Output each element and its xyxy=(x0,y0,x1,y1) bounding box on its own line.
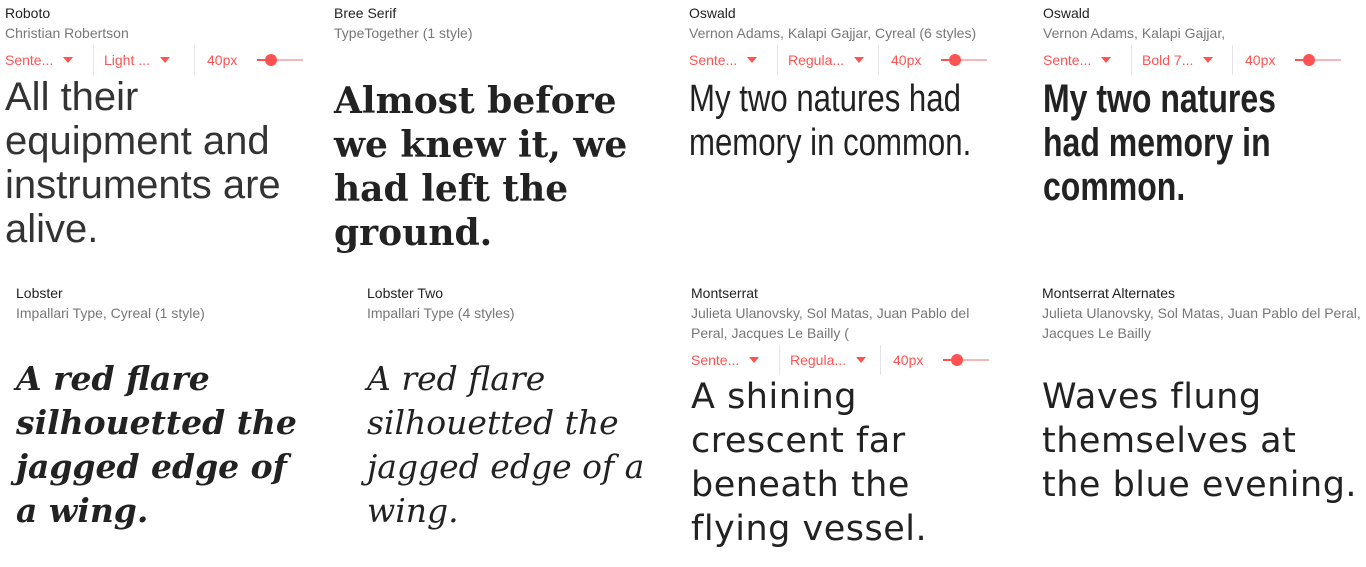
chevron-down-icon xyxy=(749,357,760,363)
font-card-roboto[interactable]: Roboto Christian Robertson xyxy=(5,4,325,43)
font-name[interactable]: Montserrat xyxy=(691,284,991,302)
font-designer: Julieta Ulanovsky, Sol Matas, Juan Pablo… xyxy=(691,305,970,341)
divider xyxy=(1131,45,1132,75)
font-name[interactable]: Lobster xyxy=(16,284,336,302)
font-controls: Sente... Regula... 40px xyxy=(691,345,989,375)
sentence-case-dropdown[interactable]: Sente... xyxy=(689,45,767,75)
font-card-oswald-bold[interactable]: Oswald Vernon Adams, Kalapi Gajjar, xyxy=(1043,4,1363,43)
sentence-case-label: Sente... xyxy=(691,352,740,368)
font-card-oswald[interactable]: Oswald Vernon Adams, Kalapi Gajjar, Cyre… xyxy=(689,4,1009,43)
font-designer: Vernon Adams, Kalapi Gajjar, xyxy=(1043,25,1226,41)
chevron-down-icon xyxy=(1203,57,1214,63)
sentence-case-label: Sente... xyxy=(1043,52,1092,68)
slider-thumb[interactable] xyxy=(951,354,963,366)
divider xyxy=(93,45,94,75)
weight-label: Regula... xyxy=(788,52,845,68)
weight-dropdown[interactable]: Light ... xyxy=(104,45,184,75)
font-size-slider[interactable] xyxy=(1295,53,1341,67)
sentence-case-dropdown[interactable]: Sente... xyxy=(691,345,769,375)
weight-label: Light ... xyxy=(104,52,150,68)
font-sample-text[interactable]: Waves flung themselves at the blue eveni… xyxy=(1042,375,1360,507)
weight-label: Regula... xyxy=(790,352,847,368)
weight-dropdown[interactable]: Bold 7... xyxy=(1142,45,1222,75)
font-size-slider[interactable] xyxy=(941,53,987,67)
slider-thumb[interactable] xyxy=(265,54,277,66)
sentence-case-dropdown[interactable]: Sente... xyxy=(5,45,83,75)
font-card-lobster-two[interactable]: Lobster Two Impallari Type (4 styles) xyxy=(367,284,687,323)
font-card-montserrat-alternates[interactable]: Montserrat Alternates Julieta Ulanovsky,… xyxy=(1042,284,1362,343)
font-card-bree-serif[interactable]: Bree Serif TypeTogether (1 style) xyxy=(334,4,654,43)
font-designer: Julieta Ulanovsky, Sol Matas, Juan Pablo… xyxy=(1042,305,1361,341)
font-name[interactable]: Oswald xyxy=(689,4,1009,22)
font-sample-text[interactable]: A red flare silhouetted the jagged edge … xyxy=(16,357,316,533)
chevron-down-icon xyxy=(63,57,74,63)
font-card-lobster[interactable]: Lobster Impallari Type, Cyreal (1 style) xyxy=(16,284,336,323)
divider xyxy=(779,345,780,375)
weight-dropdown[interactable]: Regula... xyxy=(788,45,868,75)
chevron-down-icon xyxy=(854,57,865,63)
font-size-value: 40px xyxy=(1245,52,1276,68)
font-name[interactable]: Lobster Two xyxy=(367,284,687,302)
font-designer: Vernon Adams, Kalapi Gajjar, Cyreal (6 s… xyxy=(689,25,977,41)
divider xyxy=(194,45,195,75)
weight-dropdown[interactable]: Regula... xyxy=(790,345,870,375)
slider-thumb[interactable] xyxy=(1303,54,1315,66)
font-sample-text[interactable]: Almost before we knew it, we had left th… xyxy=(334,79,664,255)
font-sample-text[interactable]: All their equipment and instruments are … xyxy=(5,75,315,251)
font-name[interactable]: Oswald xyxy=(1043,4,1363,22)
font-size-value: 40px xyxy=(891,52,922,68)
divider xyxy=(777,45,778,75)
chevron-down-icon xyxy=(856,357,867,363)
font-designer: TypeTogether (1 style) xyxy=(334,25,473,41)
divider xyxy=(880,345,881,375)
font-name[interactable]: Bree Serif xyxy=(334,4,654,22)
sentence-case-label: Sente... xyxy=(689,52,738,68)
chevron-down-icon xyxy=(1101,57,1112,63)
divider xyxy=(878,45,879,75)
font-name[interactable]: Roboto xyxy=(5,4,325,22)
font-designer: Christian Robertson xyxy=(5,25,129,41)
font-designer: Impallari Type (4 styles) xyxy=(367,305,515,321)
font-sample-text[interactable]: A red flare silhouetted the jagged edge … xyxy=(367,357,667,533)
font-designer: Impallari Type, Cyreal (1 style) xyxy=(16,305,205,321)
font-controls: Sente... Bold 7... 40px xyxy=(1043,45,1341,75)
font-size-value: 40px xyxy=(207,52,238,68)
font-sample-text[interactable]: A shining crescent far beneath the flyin… xyxy=(691,375,991,551)
font-size-slider[interactable] xyxy=(257,53,303,67)
font-controls: Sente... Light ... 40px xyxy=(5,45,303,75)
divider xyxy=(1232,45,1233,75)
font-sample-text[interactable]: My two natures had memory in common. xyxy=(1043,77,1315,209)
chevron-down-icon xyxy=(747,57,758,63)
sentence-case-label: Sente... xyxy=(5,52,54,68)
font-size-value: 40px xyxy=(893,352,924,368)
font-card-montserrat[interactable]: Montserrat Julieta Ulanovsky, Sol Matas,… xyxy=(691,284,991,343)
chevron-down-icon xyxy=(159,57,170,63)
sentence-case-dropdown[interactable]: Sente... xyxy=(1043,45,1121,75)
font-sample-text[interactable]: My two natures had memory in common. xyxy=(689,77,1009,165)
weight-label: Bold 7... xyxy=(1142,52,1194,68)
font-name[interactable]: Montserrat Alternates xyxy=(1042,284,1362,302)
font-controls: Sente... Regula... 40px xyxy=(689,45,987,75)
slider-thumb[interactable] xyxy=(949,54,961,66)
font-size-slider[interactable] xyxy=(943,353,989,367)
